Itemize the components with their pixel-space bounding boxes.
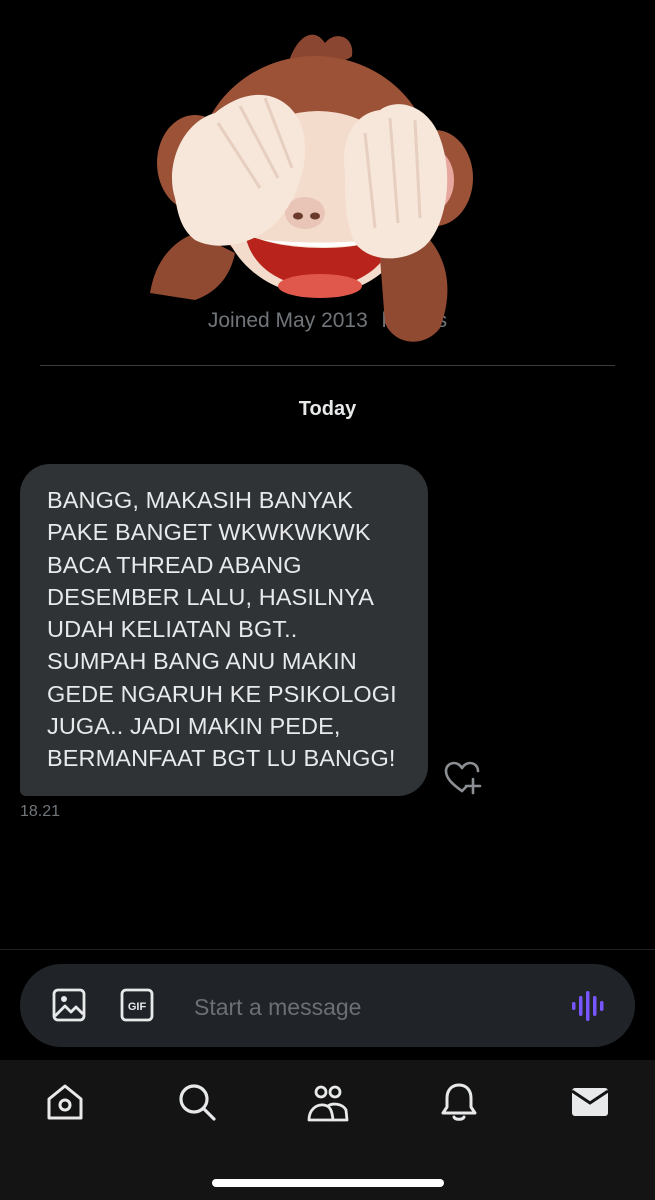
message-input[interactable] [192, 988, 556, 1026]
see-no-evil-monkey-sticker[interactable] [140, 28, 490, 358]
date-separator: Today [298, 398, 357, 420]
bottom-tab-bar [0, 1060, 655, 1200]
home-indicator [212, 1179, 444, 1187]
search-icon[interactable] [175, 1080, 219, 1124]
bell-icon[interactable] [437, 1080, 481, 1124]
message-composer: GIF [20, 964, 635, 1047]
header-divider [40, 365, 615, 366]
message-text: BANGG, MAKASIH BANYAK PAKE BANGET WKWKWK… [47, 487, 397, 772]
home-icon[interactable] [43, 1080, 87, 1124]
communities-icon[interactable] [306, 1080, 350, 1124]
mail-icon[interactable] [568, 1080, 612, 1124]
message-timestamp: 18.21 [20, 803, 61, 820]
gif-icon[interactable]: GIF [118, 986, 156, 1024]
image-icon[interactable] [50, 986, 88, 1024]
heart-plus-icon[interactable] [442, 760, 482, 796]
gif-label: GIF [128, 1001, 147, 1013]
composer-divider [0, 949, 655, 950]
message-bubble[interactable]: BANGG, MAKASIH BANYAK PAKE BANGET WKWKWK… [20, 464, 428, 796]
voice-wave-icon[interactable] [570, 989, 606, 1023]
